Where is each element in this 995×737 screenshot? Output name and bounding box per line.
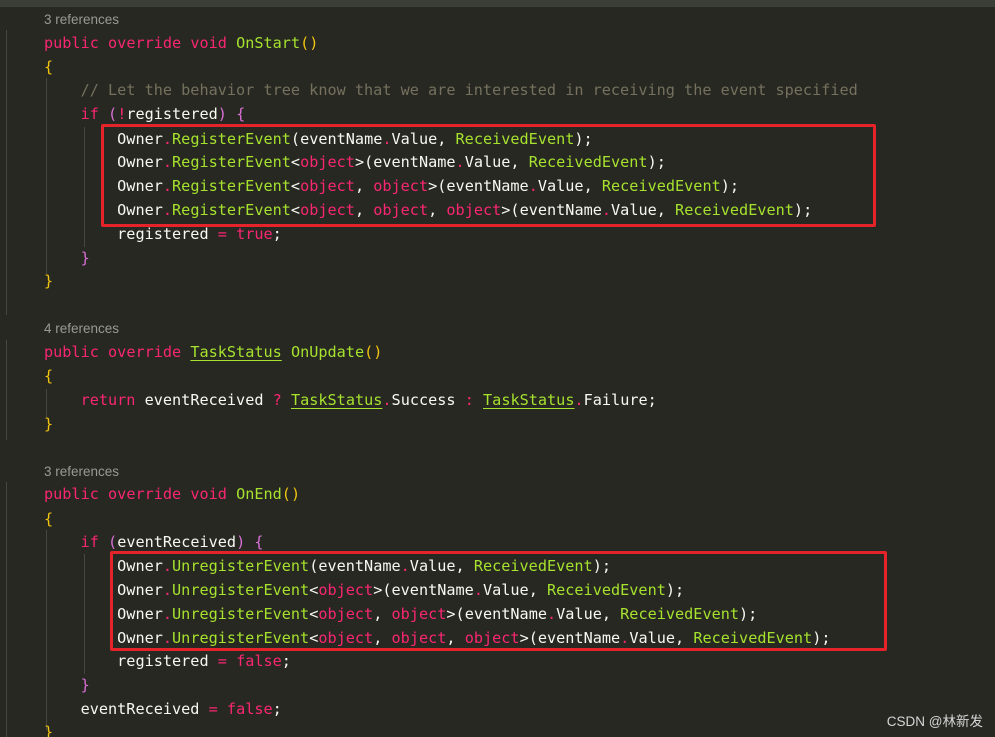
code-line-event-received-false: eventReceived = false; [80, 700, 282, 718]
method-name[interactable]: OnUpdate [291, 343, 364, 361]
indent-guide [6, 30, 7, 315]
field-name[interactable]: eventReceived [81, 700, 200, 718]
highlight-box-register-events [101, 124, 876, 227]
code-line-open-brace: { [44, 507, 53, 531]
paren: ) [217, 105, 227, 123]
brace: { [254, 533, 264, 551]
keyword: override [108, 485, 182, 503]
code-line-close-brace: } [44, 269, 53, 293]
keyword: if [80, 105, 99, 123]
paren: ( [108, 105, 118, 123]
code-editor[interactable]: 3 references public override void OnStar… [0, 0, 995, 737]
code-line-if-not-registered: if (!registered) { [44, 102, 246, 126]
paren: () [364, 343, 383, 361]
brace: } [80, 676, 90, 694]
code-line-onstart-signature: public override void OnStart() [44, 31, 318, 55]
comment: // Let the behavior tree know that we ar… [80, 81, 858, 99]
code-line-open-brace: { [44, 55, 53, 79]
indent-guide [6, 482, 7, 737]
code-line-onupdate-signature: public override TaskStatus OnUpdate() [44, 340, 382, 364]
enum-member[interactable]: Success [392, 391, 456, 409]
type-name[interactable]: TaskStatus [190, 343, 281, 361]
brace: } [44, 272, 54, 290]
code-line-close-brace: } [44, 246, 90, 270]
enum-member[interactable]: Failure [584, 391, 648, 409]
references-codelens[interactable]: 4 references [44, 319, 119, 339]
code-line-onend-signature: public override void OnEnd() [44, 482, 300, 506]
keyword: true [236, 225, 273, 243]
type-name[interactable]: TaskStatus [291, 391, 382, 409]
paren: ) [236, 533, 246, 551]
highlight-box-unregister-events [110, 551, 887, 651]
code-line-close-brace: } [44, 720, 53, 737]
operator: ! [117, 105, 127, 123]
csdn-watermark: CSDN @林新发 [886, 714, 983, 729]
keyword: override [108, 34, 182, 52]
method-name[interactable]: OnEnd [236, 485, 282, 503]
field-name[interactable]: registered [126, 105, 217, 123]
keyword: void [190, 485, 227, 503]
field-name[interactable]: registered [117, 225, 208, 243]
brace: } [44, 723, 54, 737]
keyword: false [236, 652, 282, 670]
type-name[interactable]: TaskStatus [483, 391, 574, 409]
keyword: override [108, 343, 182, 361]
code-line-registered-false: registered = false; [117, 652, 291, 670]
code-line-open-brace: { [44, 364, 53, 388]
paren: () [300, 34, 319, 52]
keyword: void [190, 34, 227, 52]
keyword: if [80, 533, 99, 551]
method-name[interactable]: OnStart [236, 34, 300, 52]
field-name[interactable]: eventReceived [117, 533, 236, 551]
code-line-close-brace: } [44, 412, 53, 436]
field-name[interactable]: eventReceived [145, 391, 264, 409]
editor-top-edge [0, 0, 995, 7]
indent-guide [6, 340, 7, 440]
field-name[interactable]: registered [117, 652, 208, 670]
keyword: public [44, 485, 99, 503]
brace: } [44, 415, 54, 433]
references-codelens[interactable]: 3 references [44, 462, 119, 482]
paren: ( [108, 533, 118, 551]
code-line-comment: // Let the behavior tree know that we ar… [44, 78, 858, 102]
brace: { [44, 510, 54, 528]
keyword: false [226, 700, 273, 718]
code-line-close-brace: } [44, 673, 90, 697]
references-codelens[interactable]: 3 references [44, 10, 119, 30]
brace: } [80, 249, 90, 267]
brace: { [44, 367, 54, 385]
keyword: public [44, 343, 99, 361]
brace: { [44, 58, 54, 76]
paren: () [281, 485, 301, 503]
keyword: public [44, 34, 99, 52]
brace: { [236, 105, 246, 123]
keyword: return [80, 391, 136, 409]
code-line-return: return eventReceived ? TaskStatus.Succes… [80, 391, 657, 409]
